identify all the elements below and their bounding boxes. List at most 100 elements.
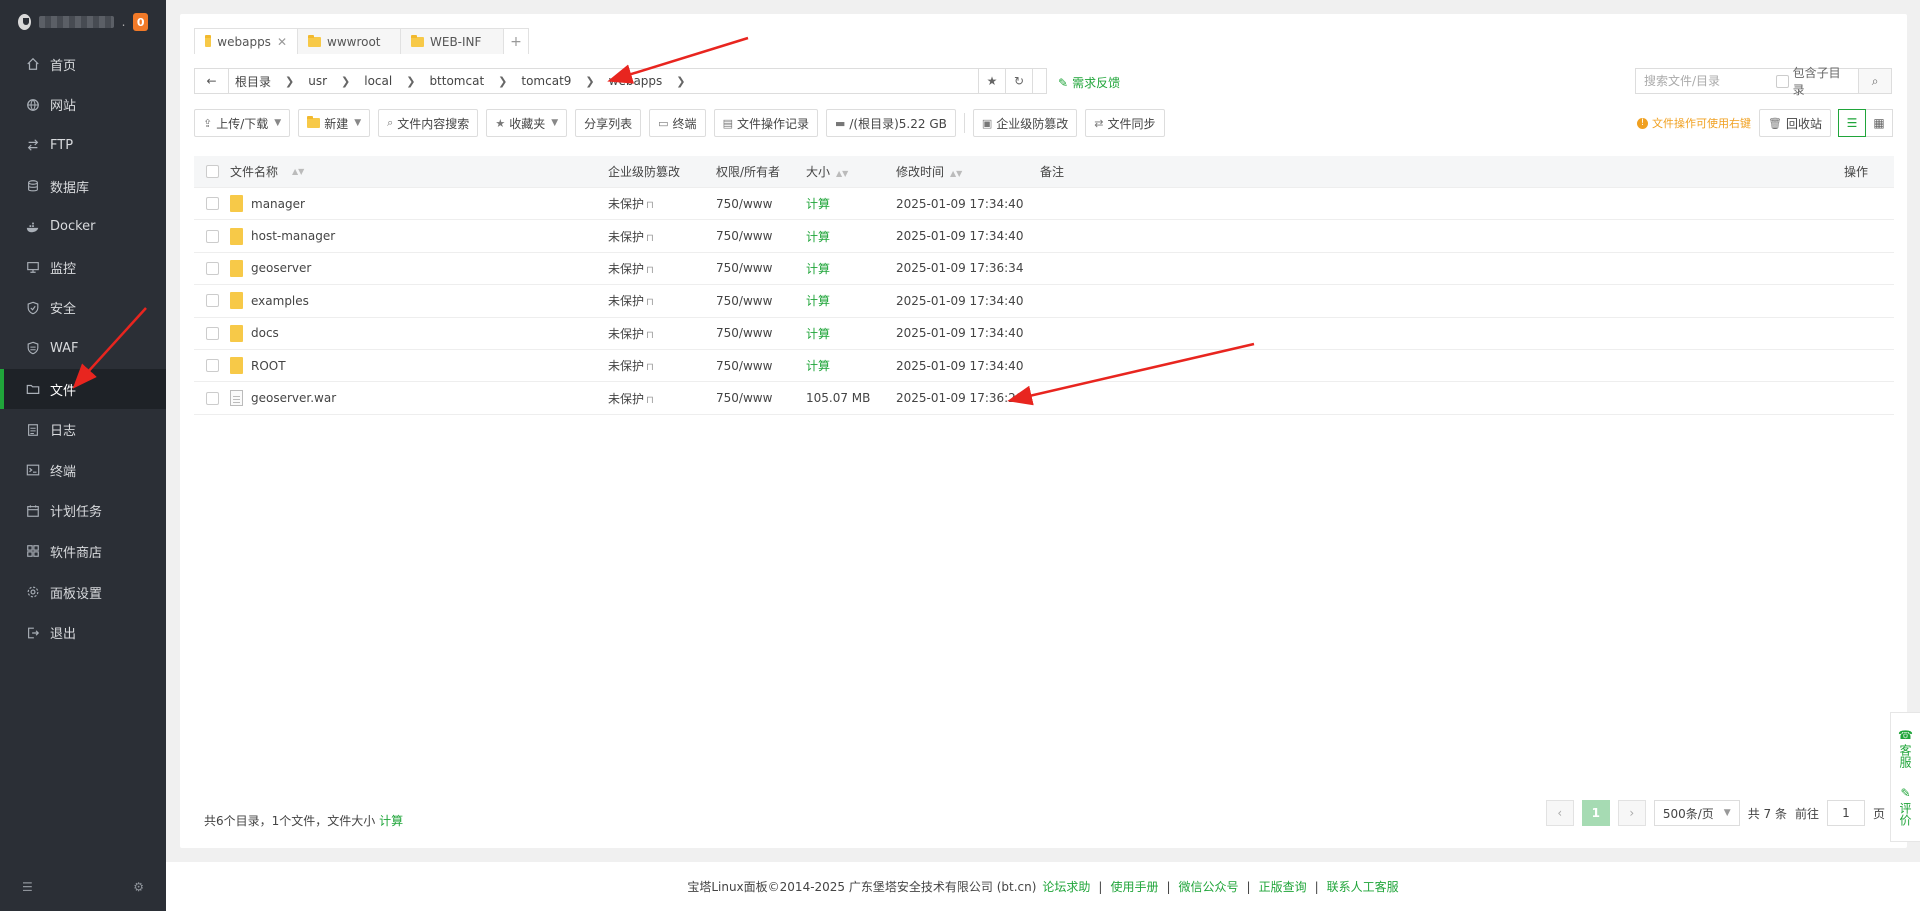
permission[interactable]: 750/www [716, 229, 806, 243]
sidebar-item-5[interactable]: 监控 [0, 247, 166, 288]
back-arrow-icon[interactable]: ← [195, 69, 229, 93]
disk-button[interactable]: ▬/(根目录)5.22 GB [825, 109, 956, 137]
breadcrumb-item[interactable]: tomcat9 ❯ [521, 74, 608, 88]
sidebar-item-2[interactable]: FTP [0, 125, 166, 166]
footer-link[interactable]: 使用手册 [1110, 878, 1158, 895]
sidebar-item-14[interactable]: 退出 [0, 612, 166, 653]
file-size[interactable]: 计算 [806, 195, 896, 212]
sort-icon[interactable]: ▲▼ [292, 167, 304, 176]
row-checkbox[interactable] [205, 391, 219, 405]
table-row[interactable]: geoserver 未保护 ⊓ 750/www 计算 2025-01-09 17:36:3… [194, 253, 1894, 286]
file-name[interactable]: geoserver.war [251, 391, 336, 405]
file-size[interactable]: 计算 [806, 325, 896, 342]
permission[interactable]: 750/www [716, 359, 806, 373]
protect-status[interactable]: 未保护 [608, 359, 644, 373]
permission[interactable]: 750/www [716, 294, 806, 308]
terminal-button[interactable]: ▭ 终端 [649, 109, 706, 137]
footer-link[interactable]: 联系人工客服 [1327, 878, 1399, 895]
protect-status[interactable]: 未保护 [608, 294, 644, 308]
sort-icon[interactable]: ▲▼ [950, 169, 962, 178]
next-page-icon[interactable]: › [1617, 800, 1646, 826]
protect-status[interactable]: 未保护 [608, 262, 644, 276]
tab-0[interactable]: webapps ✕ [194, 28, 298, 54]
protect-status[interactable]: 未保护 [608, 197, 644, 211]
sidebar-item-12[interactable]: 软件商店 [0, 531, 166, 572]
list-view-icon[interactable]: ☰ [1838, 109, 1866, 137]
sidebar-item-4[interactable]: Docker [0, 206, 166, 247]
sidebar-item-6[interactable]: 安全 [0, 288, 166, 329]
footer-link[interactable]: 正版查询 [1259, 878, 1307, 895]
col-name[interactable]: 文件名称 ▲▼ [230, 163, 608, 180]
close-icon[interactable]: ✕ [277, 35, 287, 49]
table-row[interactable]: geoserver.war 未保护 ⊓ 750/www 105.07 MB 2025-01… [194, 382, 1894, 415]
table-row[interactable]: ROOT 未保护 ⊓ 750/www 计算 2025-01-09 17:34:40 [194, 350, 1894, 383]
search-input[interactable] [1636, 74, 1776, 88]
sidebar-item-9[interactable]: 日志 [0, 409, 166, 450]
path-bar[interactable]: ← 根目录 ❯ usr ❯ local ❯ bttomcat ❯ tomcat9 ❯ webapps… [194, 68, 1047, 94]
sidebar-item-11[interactable]: 计划任务 [0, 491, 166, 532]
op-log-button[interactable]: ▤ 文件操作记录 [713, 109, 818, 137]
file-size[interactable]: 计算 [806, 260, 896, 277]
permission[interactable]: 750/www [716, 197, 806, 211]
add-tab-button[interactable]: + [503, 28, 529, 54]
breadcrumb-item[interactable]: 根目录 ❯ [235, 73, 308, 90]
page-size-select[interactable]: 500条/页 ▼ [1653, 800, 1740, 826]
refresh-icon[interactable]: ↻ [1005, 68, 1033, 94]
table-row[interactable]: examples 未保护 ⊓ 750/www 计算 2025-01-09 17:34:40 [194, 285, 1894, 318]
summary-calc-link[interactable]: 计算 [379, 814, 403, 828]
tamper-proof-button[interactable]: ▣ 企业级防篡改 [972, 109, 1078, 137]
checkbox-box[interactable] [1776, 74, 1789, 88]
table-row[interactable]: host-manager 未保护 ⊓ 750/www 计算 2025-01-09 17:3… [194, 220, 1894, 253]
sidebar-item-1[interactable]: 网站 [0, 85, 166, 126]
table-row[interactable]: docs 未保护 ⊓ 750/www 计算 2025-01-09 17:34:40 [194, 318, 1894, 350]
share-list-button[interactable]: 分享列表 [575, 109, 642, 137]
message-badge[interactable]: 0 [133, 13, 148, 31]
protect-status[interactable]: 未保护 [608, 327, 644, 341]
table-row[interactable]: manager 未保护 ⊓ 750/www 计算 2025-01-09 17:34:40 [194, 188, 1894, 221]
protect-status[interactable]: 未保护 [608, 230, 644, 244]
file-name[interactable]: host-manager [251, 229, 335, 243]
permission[interactable]: 750/www [716, 326, 806, 340]
row-checkbox[interactable] [205, 359, 219, 373]
protect-status[interactable]: 未保护 [608, 392, 644, 406]
file-name[interactable]: manager [251, 197, 305, 211]
favorites-button[interactable]: ★ 收藏夹 ▼ [486, 109, 568, 137]
sort-icon[interactable]: ▲▼ [836, 169, 848, 178]
sidebar-item-7[interactable]: WAF [0, 328, 166, 369]
goto-page-input[interactable]: 1 [1826, 800, 1865, 826]
footer-link[interactable]: 微信公众号 [1179, 878, 1239, 895]
collapse-menu-icon[interactable]: ☰ [22, 880, 33, 894]
sidebar-item-0[interactable]: 首页 [0, 44, 166, 85]
row-checkbox[interactable] [205, 197, 219, 211]
row-checkbox[interactable] [205, 229, 219, 243]
page-current[interactable]: 1 [1581, 800, 1610, 826]
sidebar-item-10[interactable]: 终端 [0, 450, 166, 491]
file-sync-button[interactable]: ⇄ 文件同步 [1085, 109, 1165, 137]
tab-2[interactable]: WEB-INF [400, 28, 504, 54]
permission[interactable]: 750/www [716, 261, 806, 275]
favorite-star-icon[interactable]: ★ [978, 68, 1006, 94]
file-name[interactable]: examples [251, 294, 309, 308]
customer-service-button[interactable]: ☎ 客服 [1897, 728, 1914, 768]
file-name[interactable]: docs [251, 326, 279, 340]
col-size[interactable]: 大小 ▲▼ [806, 163, 896, 180]
content-search-button[interactable]: ⌕ 文件内容搜索 [378, 109, 479, 137]
upload-download-button[interactable]: ⇪ 上传/下载 ▼ [194, 109, 291, 137]
new-button[interactable]: 新建 ▼ [298, 109, 371, 137]
sidebar-item-13[interactable]: 面板设置 [0, 572, 166, 613]
footer-link[interactable]: 论坛求助 [1042, 878, 1090, 895]
file-size[interactable]: 计算 [806, 292, 896, 309]
row-checkbox[interactable] [205, 326, 219, 340]
file-name[interactable]: ROOT [251, 359, 286, 373]
breadcrumb-item[interactable]: local ❯ [364, 74, 429, 88]
permission[interactable]: 750/www [716, 391, 806, 405]
grid-view-icon[interactable]: ▦ [1865, 109, 1893, 137]
tab-1[interactable]: wwwroot [297, 28, 401, 54]
col-mtime[interactable]: 修改时间 ▲▼ [896, 163, 1040, 180]
select-all-checkbox[interactable] [205, 165, 219, 178]
include-subdir-checkbox[interactable]: 包含子目录 [1776, 64, 1850, 98]
breadcrumb-item[interactable]: bttomcat ❯ [429, 74, 521, 88]
prev-page-icon[interactable]: ‹ [1545, 800, 1574, 826]
sidebar-item-8[interactable]: 文件 [0, 368, 166, 410]
file-size[interactable]: 计算 [806, 228, 896, 245]
